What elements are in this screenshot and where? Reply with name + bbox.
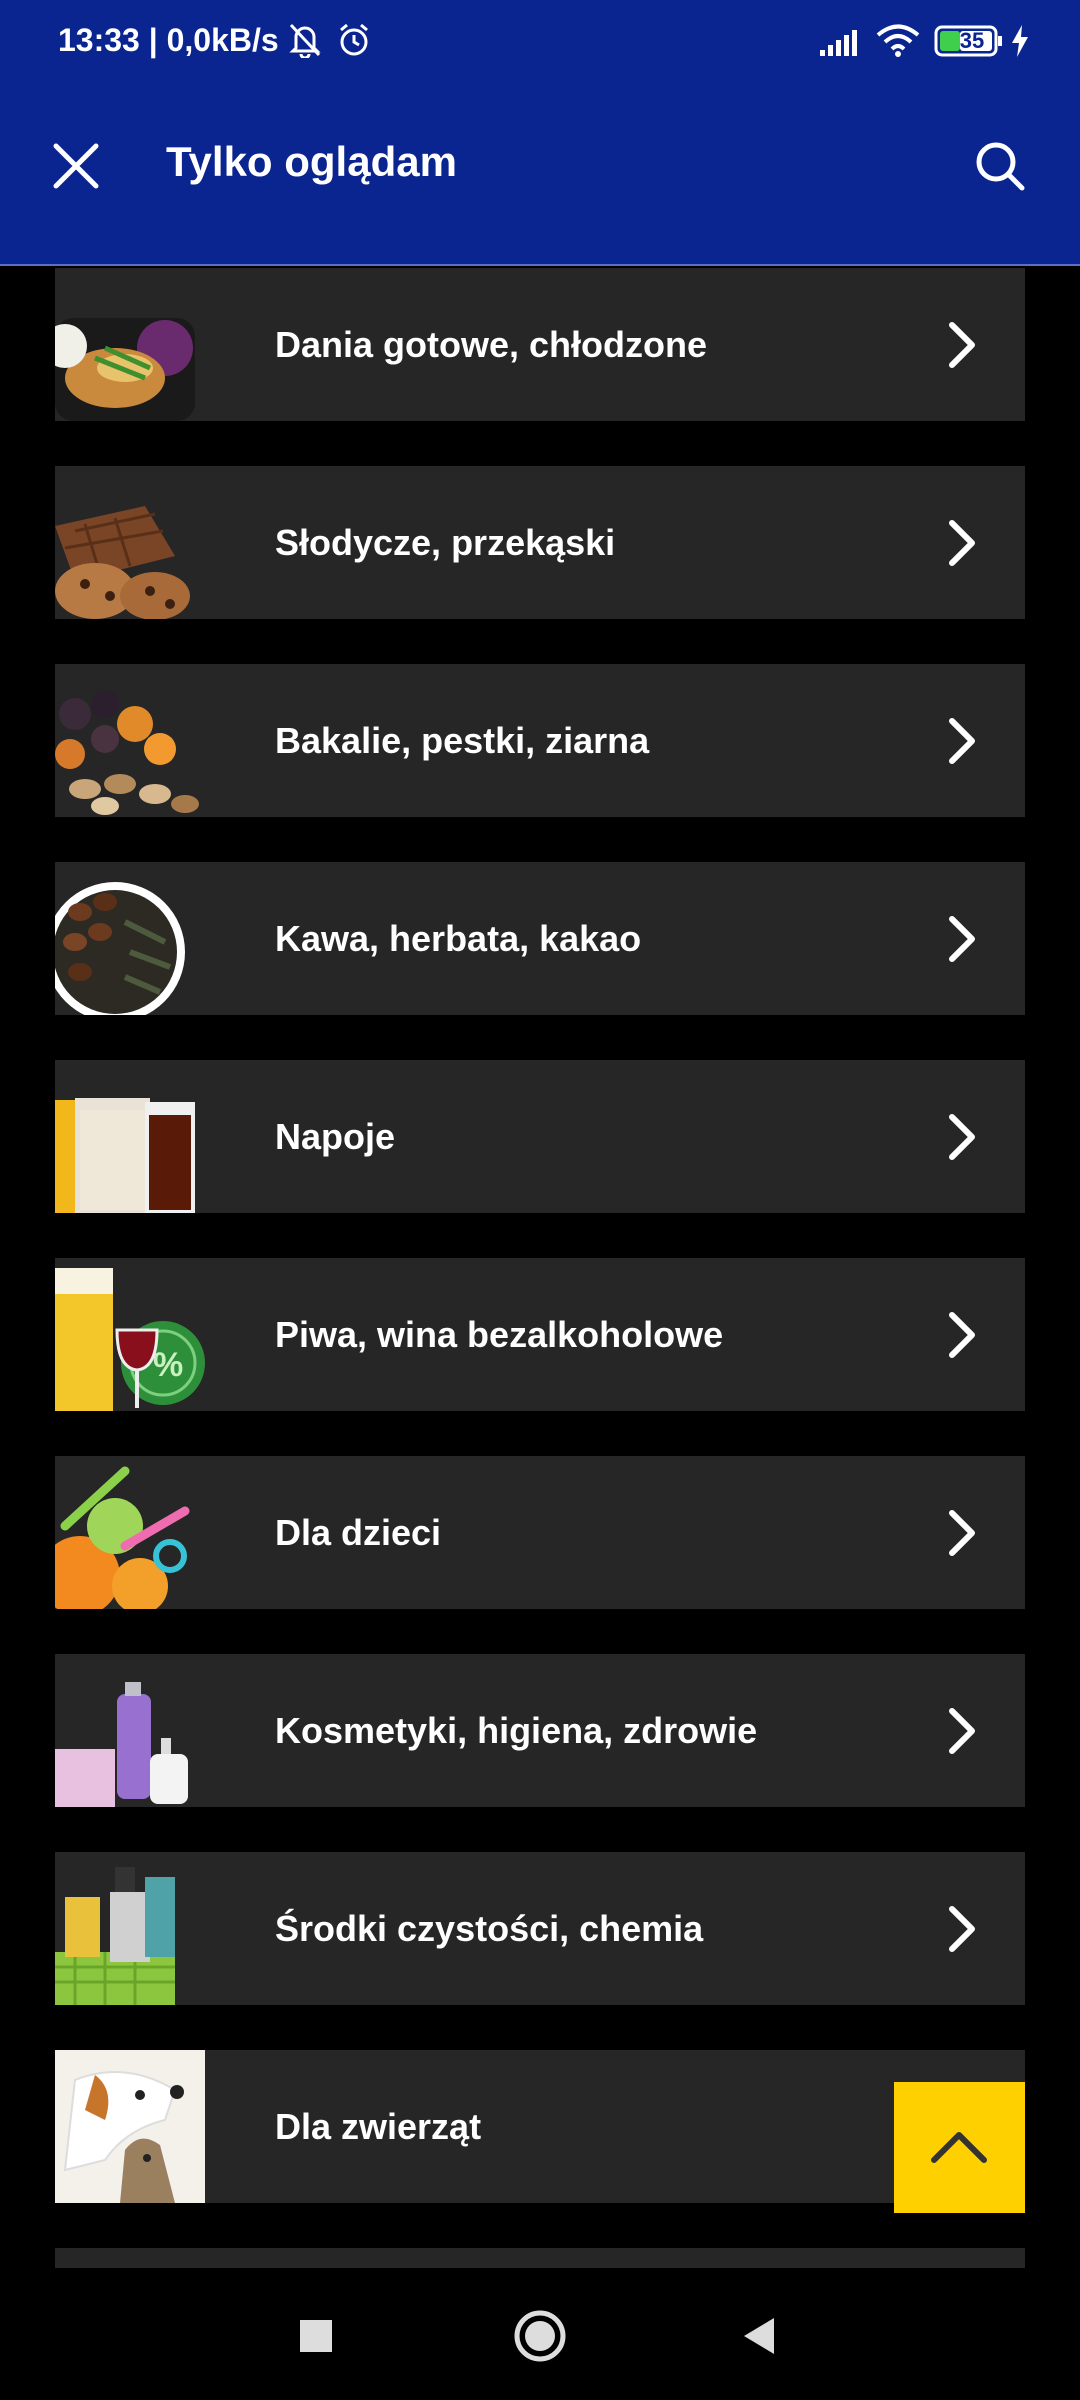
- chevron-right-icon: [949, 916, 975, 962]
- beer-wine-thumbnail: %: [55, 1258, 205, 1411]
- category-item[interactable]: Bakalie, pestki, ziarna: [55, 664, 1025, 817]
- category-item[interactable]: Napoje: [55, 1060, 1025, 1213]
- baby-thumbnail: [55, 1456, 205, 1609]
- category-item[interactable]: [55, 2248, 1025, 2268]
- category-list[interactable]: Dania gotowe, chłodzone Słodycze, przeką…: [0, 268, 1080, 2268]
- category-label: Dania gotowe, chłodzone: [275, 324, 708, 365]
- status-time: 13:33 | 0,0kB/s: [58, 22, 279, 58]
- close-icon: [53, 143, 99, 189]
- category-item[interactable]: % Piwa, wina bezalkoholowe: [55, 1258, 1025, 1411]
- charging-icon: [1012, 25, 1028, 57]
- chevron-right-icon: [949, 1312, 975, 1358]
- category-label: Dla zwierząt: [275, 2106, 482, 2147]
- back-icon: [744, 2318, 774, 2354]
- category-item[interactable]: Kawa, herbata, kakao: [55, 862, 1025, 1015]
- scroll-to-top-button[interactable]: [894, 2082, 1025, 2213]
- category-item[interactable]: Kosmetyki, higiena, zdrowie: [55, 1654, 1025, 1807]
- chevron-right-icon: [949, 718, 975, 764]
- chevron-right-icon: [949, 322, 975, 368]
- category-item[interactable]: Dla dzieci: [55, 1456, 1025, 1609]
- chevron-right-icon: [949, 1510, 975, 1556]
- category-label: Napoje: [275, 1116, 396, 1157]
- category-label: Kosmetyki, higiena, zdrowie: [275, 1710, 758, 1751]
- alarm-icon: [340, 23, 368, 56]
- category-label: Bakalie, pestki, ziarna: [275, 720, 650, 761]
- chevron-right-icon: [949, 1906, 975, 1952]
- home-icon: [514, 2310, 566, 2362]
- chevron-right-icon: [949, 1114, 975, 1160]
- category-item[interactable]: Dania gotowe, chłodzone: [55, 268, 1025, 421]
- pets-thumbnail: [55, 2050, 205, 2203]
- cleaning-thumbnail: [55, 1852, 205, 2005]
- cosmetics-thumbnail: [55, 1654, 205, 1807]
- app-bar: Tylko oglądam: [0, 86, 1080, 266]
- wifi-icon: [876, 24, 920, 57]
- category-item[interactable]: Dla zwierząt: [55, 2050, 1025, 2203]
- category-label: Środki czystości, chemia: [275, 1908, 704, 1949]
- category-item[interactable]: Środki czystości, chemia: [55, 1852, 1025, 2005]
- chevron-right-icon: [949, 1708, 975, 1754]
- category-item[interactable]: Słodycze, przekąski: [55, 466, 1025, 619]
- battery-level: 35: [959, 28, 985, 53]
- chevron-up-icon: [931, 2132, 987, 2163]
- coffee-thumbnail: [55, 862, 205, 1015]
- category-label: Kawa, herbata, kakao: [275, 918, 642, 959]
- system-navigation-bar: [0, 2268, 1080, 2400]
- signal-icon: [820, 30, 857, 56]
- sweets-thumbnail: [55, 466, 205, 619]
- ready-meal-thumbnail: [55, 268, 205, 421]
- category-label: Piwa, wina bezalkoholowe: [275, 1314, 724, 1355]
- page-title: Tylko oglądam: [166, 138, 457, 185]
- recent-apps-button[interactable]: [284, 2304, 348, 2368]
- home-button[interactable]: [508, 2304, 572, 2368]
- back-button[interactable]: [728, 2304, 792, 2368]
- drinks-thumbnail: [55, 1060, 205, 1213]
- chevron-right-icon: [949, 520, 975, 566]
- recent-apps-icon: [300, 2320, 332, 2352]
- search-icon: [976, 142, 1025, 191]
- nuts-thumbnail: [55, 664, 205, 817]
- category-label: Dla dzieci: [275, 1512, 442, 1553]
- close-button[interactable]: [48, 138, 104, 194]
- status-bar: 13:33 | 0,0kB/s 35: [0, 0, 1080, 86]
- mute-bell-icon: [289, 23, 321, 58]
- search-button[interactable]: [972, 138, 1028, 194]
- category-label: Słodycze, przekąski: [275, 522, 616, 563]
- svg-text:%: %: [153, 1346, 183, 1384]
